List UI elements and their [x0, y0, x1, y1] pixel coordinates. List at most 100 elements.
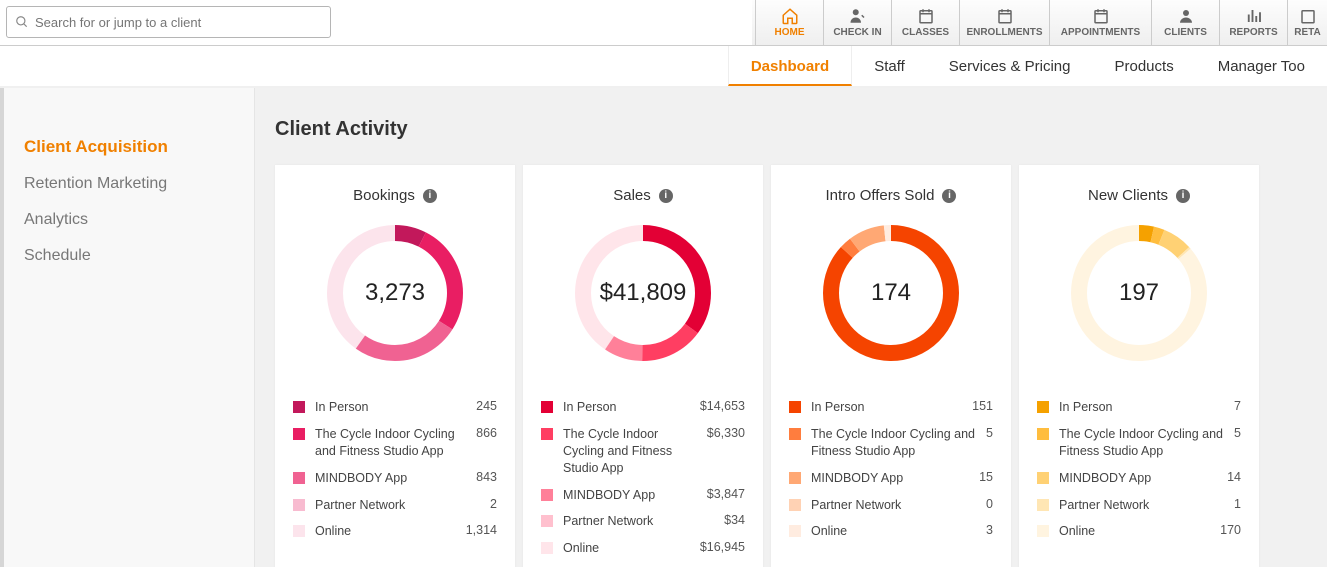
- info-icon[interactable]: i: [659, 189, 673, 203]
- nav-clients[interactable]: CLIENTS: [1151, 0, 1219, 45]
- legend-row: MINDBODY App 15: [789, 465, 993, 492]
- legend-value: 3: [986, 523, 993, 537]
- legend-value: $34: [724, 513, 745, 527]
- swatch-icon: [789, 428, 801, 440]
- swatch-icon: [1037, 472, 1049, 484]
- nav-retail[interactable]: RETA: [1287, 0, 1327, 45]
- legend-row: Partner Network 0: [789, 492, 993, 519]
- sidebar-analytics[interactable]: Analytics: [24, 202, 254, 238]
- nav-label: RETA: [1294, 27, 1320, 38]
- legend-value: 5: [986, 426, 993, 440]
- nav-appointments[interactable]: APPOINTMENTS: [1049, 0, 1151, 45]
- legend-label: The Cycle Indoor Cycling and Fitness Stu…: [1059, 426, 1234, 460]
- legend-row: Partner Network 1: [1037, 492, 1241, 519]
- subnav-dashboard[interactable]: Dashboard: [728, 46, 852, 86]
- legend-value: $16,945: [700, 540, 745, 554]
- info-icon[interactable]: i: [942, 189, 956, 203]
- legend-row: In Person $14,653: [541, 394, 745, 421]
- subnav: Dashboard Staff Services & Pricing Produ…: [0, 46, 1327, 88]
- card-intro: Intro Offers Sold i 174 In Person 151 The …: [771, 165, 1011, 567]
- swatch-icon: [1037, 428, 1049, 440]
- cards-row: Bookingsi3,273 In Person 245 The Cycle I…: [275, 165, 1327, 567]
- legend-row: MINDBODY App 843: [293, 465, 497, 492]
- donut-chart: 174: [816, 218, 966, 368]
- legend-value: 2: [490, 497, 497, 511]
- appointments-icon: [1092, 7, 1110, 25]
- nav-reports[interactable]: REPORTS: [1219, 0, 1287, 45]
- card-bookings: Bookingsi3,273 In Person 245 The Cycle I…: [275, 165, 515, 567]
- swatch-icon: [789, 472, 801, 484]
- sidebar-schedule[interactable]: Schedule: [24, 238, 254, 274]
- legend: In Person $14,653 The Cycle Indoor Cycli…: [541, 394, 745, 562]
- classes-icon: [917, 7, 935, 25]
- sidebar: Client Acquisition Retention Marketing A…: [0, 88, 255, 567]
- swatch-icon: [541, 428, 553, 440]
- legend-row: In Person 245: [293, 394, 497, 421]
- swatch-icon: [541, 401, 553, 413]
- legend-label: The Cycle Indoor Cycling and Fitness Stu…: [315, 426, 476, 460]
- sidebar-client-acquisition[interactable]: Client Acquisition: [24, 128, 254, 166]
- legend-value: 1: [1234, 497, 1241, 511]
- donut-chart: $41,809: [568, 218, 718, 368]
- legend-value: 245: [476, 399, 497, 413]
- nav-label: APPOINTMENTS: [1061, 27, 1140, 38]
- sidebar-retention-marketing[interactable]: Retention Marketing: [24, 166, 254, 202]
- legend-row: Partner Network 2: [293, 492, 497, 519]
- swatch-icon: [789, 401, 801, 413]
- legend: In Person 7 The Cycle Indoor Cycling and…: [1037, 394, 1241, 545]
- card-title: Intro Offers Sold: [826, 187, 935, 204]
- legend-label: In Person: [811, 399, 972, 416]
- swatch-icon: [293, 401, 305, 413]
- card-title: New Clients: [1088, 187, 1168, 204]
- swatch-icon: [1037, 525, 1049, 537]
- legend-label: In Person: [1059, 399, 1234, 416]
- donut-total: $41,809: [568, 218, 718, 368]
- legend-label: MINDBODY App: [563, 487, 707, 504]
- legend: In Person 151 The Cycle Indoor Cycling a…: [789, 394, 993, 545]
- nav-icons: HOME CHECK IN CLASSES ENROLLMENTS APPOIN…: [755, 0, 1327, 45]
- legend-row: MINDBODY App 14: [1037, 465, 1241, 492]
- subnav-products[interactable]: Products: [1093, 46, 1196, 86]
- subnav-manager[interactable]: Manager Too: [1196, 46, 1327, 86]
- search-input[interactable]: [35, 15, 322, 30]
- body: Client Acquisition Retention Marketing A…: [0, 88, 1327, 567]
- swatch-icon: [1037, 499, 1049, 511]
- legend-label: In Person: [315, 399, 476, 416]
- nav-checkin[interactable]: CHECK IN: [823, 0, 891, 45]
- legend: In Person 245 The Cycle Indoor Cycling a…: [293, 394, 497, 545]
- checkin-icon: [849, 7, 867, 25]
- legend-row: The Cycle Indoor Cycling and Fitness Stu…: [293, 421, 497, 465]
- enrollments-icon: [996, 7, 1014, 25]
- legend-label: Online: [315, 523, 466, 540]
- main: Client Activity Bookingsi3,273 In Person…: [255, 88, 1327, 567]
- nav-classes[interactable]: CLASSES: [891, 0, 959, 45]
- search-wrap: [0, 0, 752, 45]
- search-box[interactable]: [6, 6, 331, 38]
- legend-row: In Person 7: [1037, 394, 1241, 421]
- legend-value: 843: [476, 470, 497, 484]
- nav-label: CHECK IN: [833, 27, 881, 38]
- legend-value: 1,314: [466, 523, 497, 537]
- card-title: Sales: [613, 187, 651, 204]
- legend-label: The Cycle Indoor Cycling and Fitness Stu…: [811, 426, 986, 460]
- info-icon[interactable]: i: [1176, 189, 1190, 203]
- nav-label: CLASSES: [902, 27, 949, 38]
- nav-home[interactable]: HOME: [755, 0, 823, 45]
- legend-value: 151: [972, 399, 993, 413]
- subnav-staff[interactable]: Staff: [852, 46, 927, 86]
- card-newclients: New Clientsi197 In Person 7 The Cycle In…: [1019, 165, 1259, 567]
- legend-label: Partner Network: [315, 497, 490, 514]
- legend-value: 14: [1227, 470, 1241, 484]
- legend-label: Partner Network: [811, 497, 986, 514]
- legend-row: The Cycle Indoor Cycling and Fitness Stu…: [541, 421, 745, 482]
- swatch-icon: [541, 542, 553, 554]
- legend-value: $14,653: [700, 399, 745, 413]
- swatch-icon: [1037, 401, 1049, 413]
- nav-label: ENROLLMENTS: [966, 27, 1042, 38]
- subnav-services[interactable]: Services & Pricing: [927, 46, 1093, 86]
- info-icon[interactable]: i: [423, 189, 437, 203]
- legend-value: 5: [1234, 426, 1241, 440]
- legend-label: In Person: [563, 399, 700, 416]
- legend-row: Online $16,945: [541, 535, 745, 562]
- nav-enrollments[interactable]: ENROLLMENTS: [959, 0, 1049, 45]
